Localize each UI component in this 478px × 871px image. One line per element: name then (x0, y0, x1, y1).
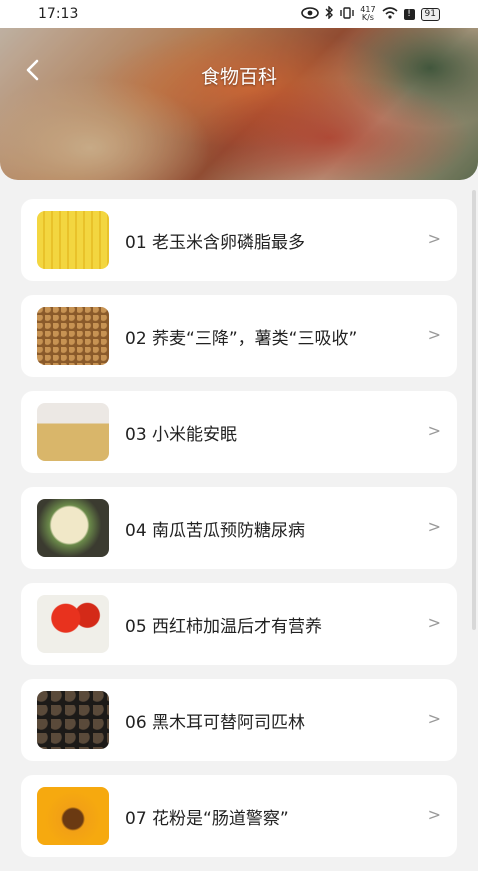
list-item[interactable]: 06 黑木耳可替阿司匹林 > (21, 679, 457, 761)
list-item[interactable]: 01 老玉米含卵磷脂最多 > (21, 199, 457, 281)
chevron-right-icon: > (427, 421, 441, 440)
buckwheat-thumbnail (37, 307, 109, 365)
list-item[interactable]: 05 西红柿加温后才有营养 > (21, 583, 457, 665)
status-bar: 17:13 417 K/s ! 91 (0, 0, 478, 28)
list-item-title: 02 荞麦“三降”，薯类“三吸收” (125, 328, 358, 349)
vibrate-icon (340, 6, 354, 22)
network-speed: 417 K/s (360, 6, 375, 22)
list-item[interactable]: 03 小米能安眠 > (21, 391, 457, 473)
list-item-title: 03 小米能安眠 (125, 424, 238, 445)
chevron-right-icon: > (427, 805, 441, 824)
status-time: 17:13 (38, 6, 79, 22)
list-item-title: 07 花粉是“肠道警察” (125, 808, 289, 829)
list-item-title: 04 南瓜苦瓜预防糖尿病 (125, 520, 306, 541)
tomato-thumbnail (37, 595, 109, 653)
black-fungus-thumbnail (37, 691, 109, 749)
list-item[interactable]: 02 荞麦“三降”，薯类“三吸收” > (21, 295, 457, 377)
scrollbar[interactable] (472, 190, 476, 630)
millet-thumbnail (37, 403, 109, 461)
chevron-right-icon: > (427, 709, 441, 728)
pumpkin-thumbnail (37, 499, 109, 557)
page-title: 食物百科 (200, 66, 277, 88)
network-speed-unit: K/s (361, 13, 374, 22)
pollen-thumbnail (37, 787, 109, 845)
list-item-title: 05 西红柿加温后才有营养 (125, 616, 323, 637)
chevron-right-icon: > (427, 517, 441, 536)
header-banner-overlay (0, 28, 478, 180)
list-item-title: 06 黑木耳可替阿司匹林 (125, 712, 306, 733)
chevron-right-icon: > (427, 325, 441, 344)
chevron-right-icon: > (427, 613, 441, 632)
wifi-icon (382, 6, 398, 22)
battery-indicator: 91 (420, 7, 440, 21)
bluetooth-icon (325, 5, 334, 22)
status-icons: 417 K/s ! 91 (301, 5, 440, 22)
corn-thumbnail (37, 211, 109, 269)
chevron-right-icon: > (427, 229, 441, 248)
alert-icon: ! (403, 8, 415, 20)
eye-icon (301, 6, 320, 22)
food-article-list: 01 老玉米含卵磷脂最多 > 02 荞麦“三降”，薯类“三吸收” > 03 小米… (21, 199, 457, 871)
list-item-title: 01 老玉米含卵磷脂最多 (125, 232, 306, 253)
list-item[interactable]: 04 南瓜苦瓜预防糖尿病 > (21, 487, 457, 569)
header-banner: 食物百科 (0, 28, 478, 180)
list-item[interactable]: 07 花粉是“肠道警察” > (21, 775, 457, 857)
